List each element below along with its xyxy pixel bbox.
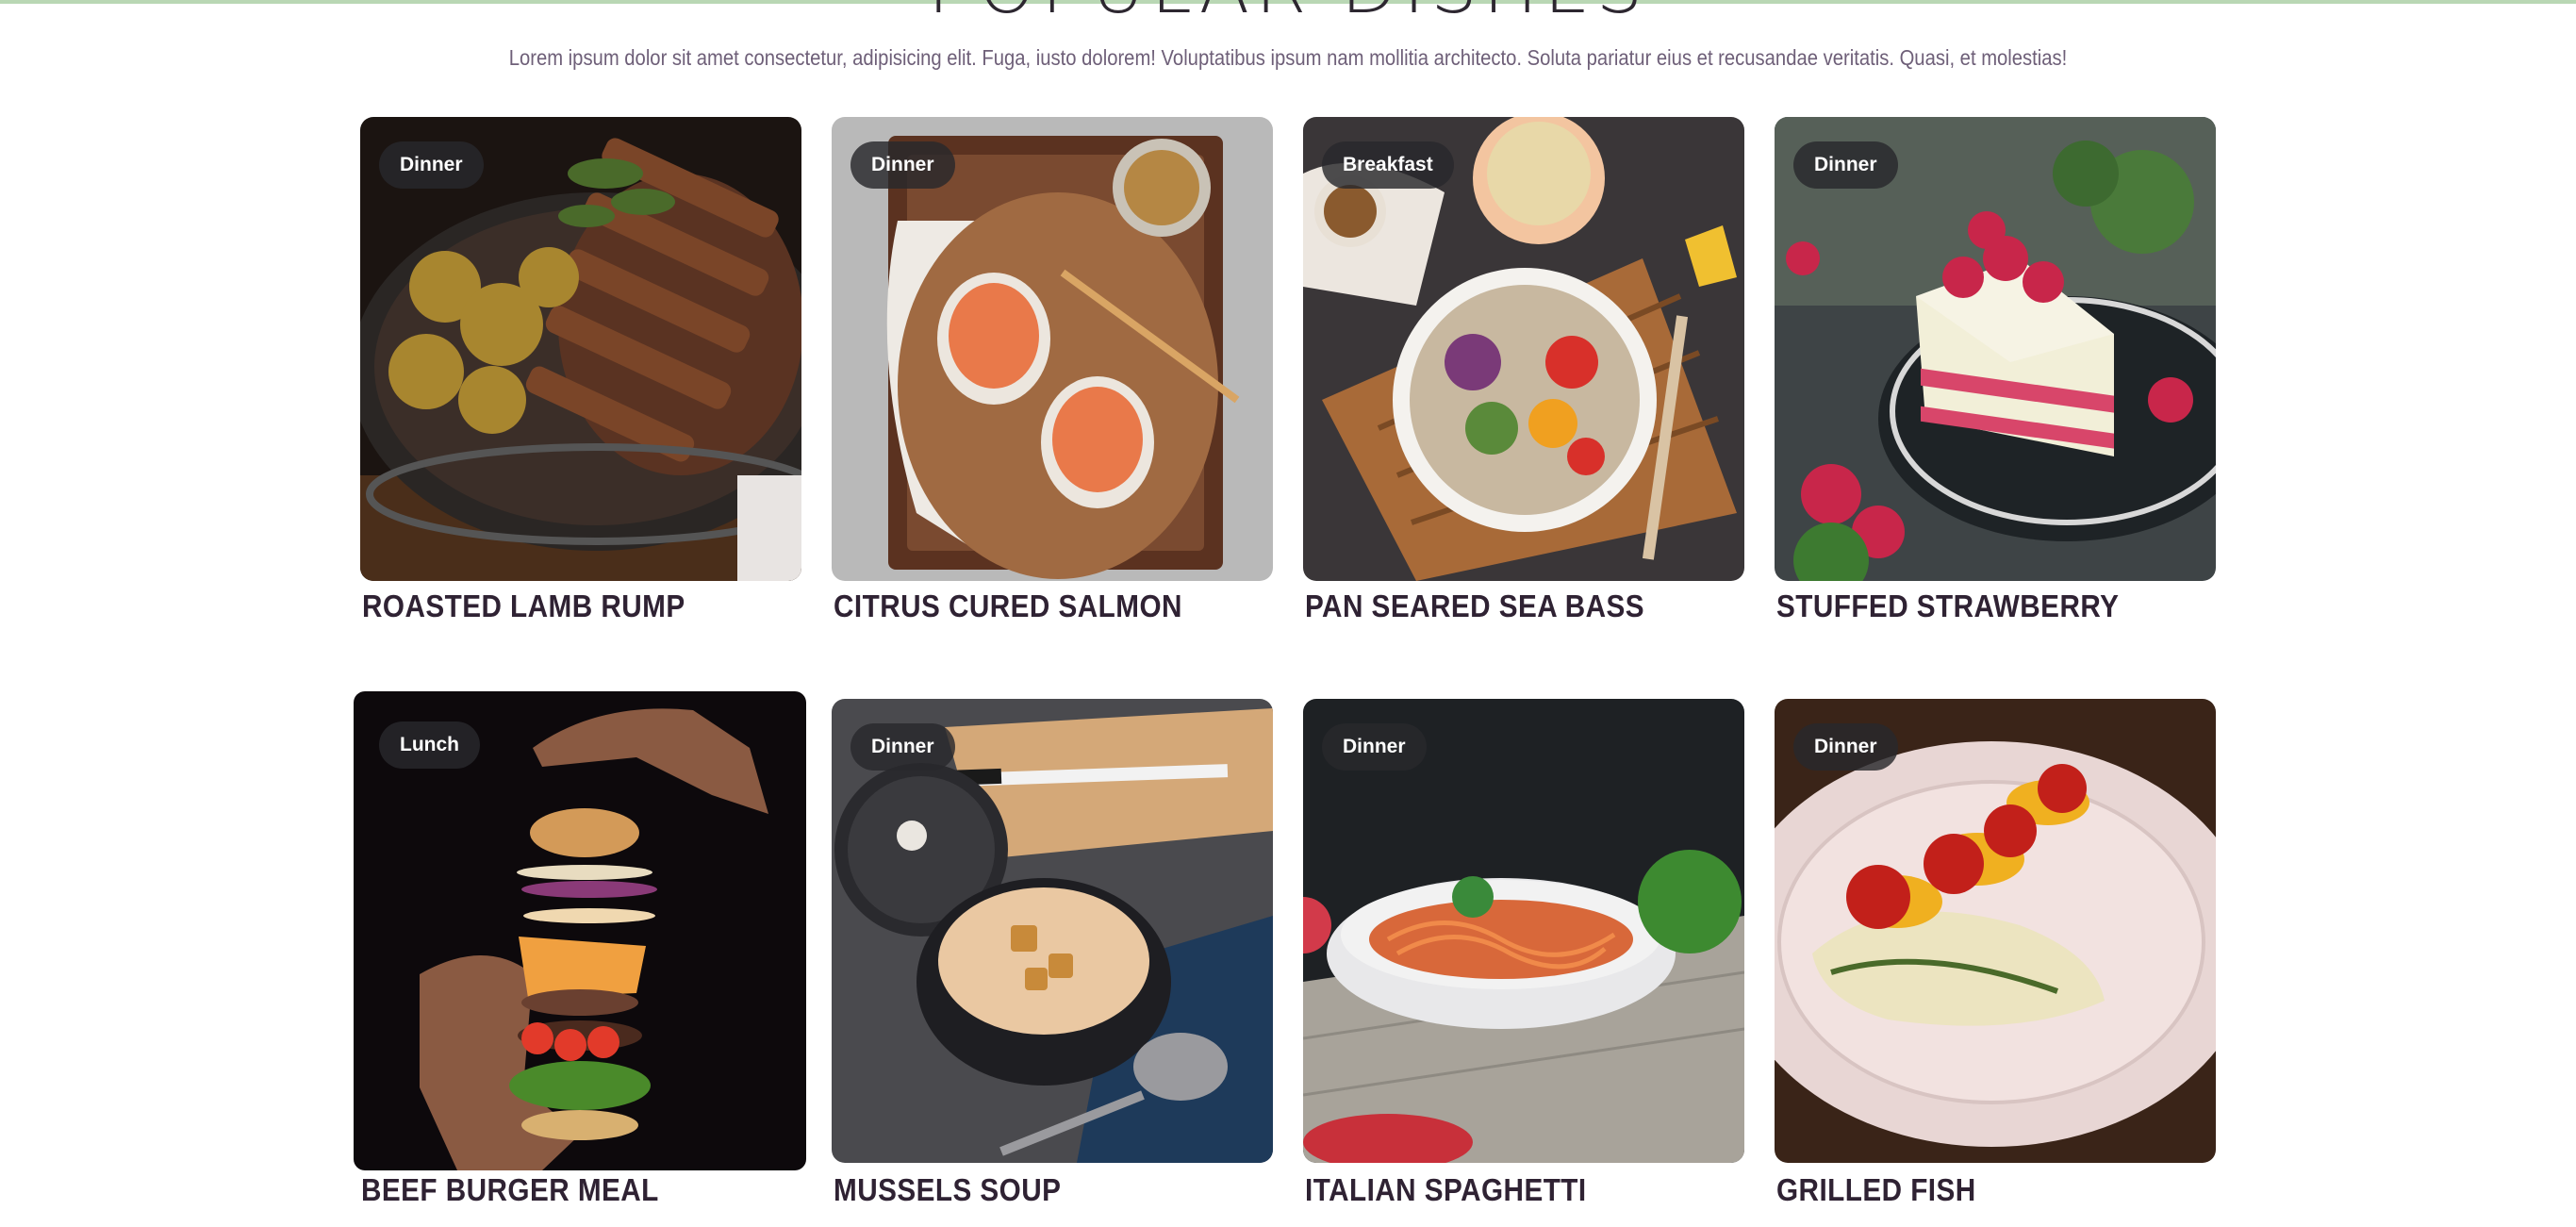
category-badge: Dinner xyxy=(1322,723,1427,771)
dish-title[interactable]: MUSSELS SOUP xyxy=(834,1172,1061,1208)
strawberry-cake-image[interactable]: Dinner xyxy=(1775,117,2216,581)
dish-title[interactable]: PAN SEARED SEA BASS xyxy=(1305,589,1644,624)
spaghetti-bowl-image[interactable]: Dinner xyxy=(1303,699,1744,1163)
dish-title[interactable]: ITALIAN SPAGHETTI xyxy=(1305,1172,1587,1208)
dish-card[interactable]: Dinner CITRUS CURED SALMON xyxy=(832,117,1273,645)
dish-card[interactable]: Dinner STUFFED STRAWBERRY xyxy=(1775,117,2216,645)
category-badge: Dinner xyxy=(1793,723,1898,771)
grilled-fish-plate-image[interactable]: Dinner xyxy=(1775,699,2216,1163)
dish-card[interactable]: Lunch BEEF BURGER MEAL xyxy=(354,691,806,1219)
category-badge: Dinner xyxy=(850,141,955,189)
category-badge: Lunch xyxy=(379,721,480,769)
category-badge: Dinner xyxy=(1793,141,1898,189)
category-badge: Breakfast xyxy=(1322,141,1454,189)
soup-pot-image[interactable]: Dinner xyxy=(832,699,1273,1163)
dish-card[interactable]: Dinner ROASTED LAMB RUMP xyxy=(360,117,801,645)
dish-card[interactable]: Dinner MUSSELS SOUP xyxy=(832,699,1273,1227)
salad-bowl-image[interactable]: Breakfast xyxy=(1303,117,1744,581)
salmon-toast-image[interactable]: Dinner xyxy=(832,117,1273,581)
dishes-grid: Dinner ROASTED LAMB RUMP Dinner CITRUS C… xyxy=(0,0,2576,1207)
dish-card[interactable]: Dinner GRILLED FISH xyxy=(1775,699,2216,1227)
floating-burger-image[interactable]: Lunch xyxy=(354,691,806,1170)
dish-title[interactable]: CITRUS CURED SALMON xyxy=(834,589,1182,624)
dish-title[interactable]: GRILLED FISH xyxy=(1776,1172,1976,1208)
category-badge: Dinner xyxy=(850,723,955,771)
dish-title[interactable]: STUFFED STRAWBERRY xyxy=(1776,589,2119,624)
category-badge: Dinner xyxy=(379,141,484,189)
dish-card[interactable]: Breakfast PAN SEARED SEA BASS xyxy=(1303,117,1744,645)
dish-card[interactable]: Dinner ITALIAN SPAGHETTI xyxy=(1303,699,1744,1227)
dish-title[interactable]: ROASTED LAMB RUMP xyxy=(362,589,685,624)
steak-potatoes-image[interactable]: Dinner xyxy=(360,117,801,581)
dish-title[interactable]: BEEF BURGER MEAL xyxy=(361,1172,659,1208)
